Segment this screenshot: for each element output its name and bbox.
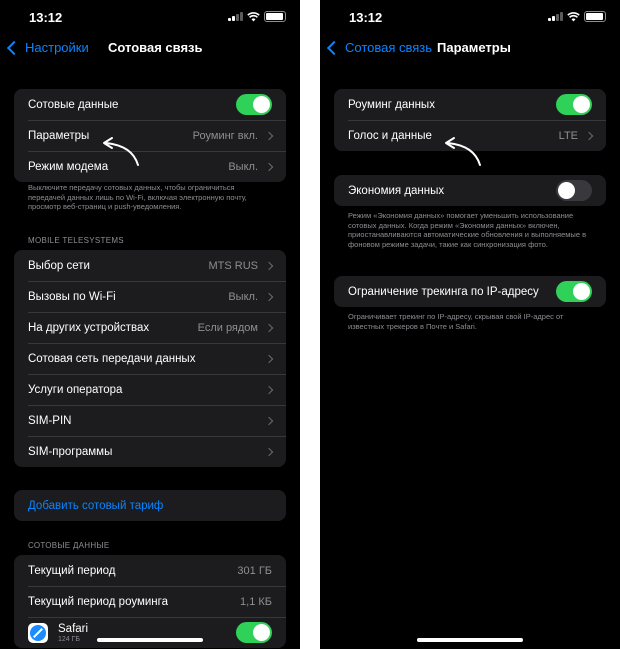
options-value: Роуминг вкл. — [192, 129, 258, 142]
chevron-right-icon — [264, 447, 274, 456]
battery-icon — [584, 11, 606, 22]
pointer-arrow-icon — [445, 137, 481, 166]
chevron-right-icon — [264, 131, 274, 140]
low-data-mode-row: Экономия данных — [334, 175, 606, 206]
cellular-data-footnote: Выключите передачу сотовых данных, чтобы… — [28, 183, 247, 211]
back-button-label: Сотовая связь — [345, 40, 433, 55]
data-roaming-label: Роуминг данных — [348, 98, 435, 111]
cellular-signal-icon — [548, 12, 563, 21]
carrier-section-header: MOBILE TELESYSTEMS — [28, 236, 124, 245]
data-roaming-toggle[interactable] — [556, 94, 592, 115]
battery-icon — [264, 11, 286, 22]
chevron-right-icon — [264, 323, 274, 332]
cellular-main-group: Сотовые данные Параметры Роуминг вкл. Ре… — [14, 89, 286, 182]
carrier-group: Выбор сети MTS RUS Вызовы по Wi-Fi Выкл.… — [14, 250, 286, 467]
sim-pin-label: SIM-PIN — [28, 414, 72, 427]
current-period-value: 301 ГБ — [237, 564, 272, 577]
roaming-period-label: Текущий период роуминга — [28, 595, 168, 608]
pointer-arrow-icon — [103, 137, 139, 166]
network-selection-value: MTS RUS — [208, 259, 259, 272]
chevron-right-icon — [584, 131, 594, 140]
other-devices-label: На других устройствах — [28, 321, 150, 334]
add-plan-label: Добавить сотовый тариф — [28, 499, 164, 512]
hotspot-value: Выкл. — [228, 160, 258, 173]
add-plan-group: Добавить сотовый тариф — [14, 490, 286, 521]
navigation-bar: Сотовая связь Параметры — [320, 38, 620, 58]
home-indicator — [97, 638, 203, 642]
data-roaming-row: Роуминг данных — [334, 89, 606, 120]
status-time: 13:12 — [29, 10, 63, 25]
chevron-left-icon — [326, 40, 342, 55]
options-row[interactable]: Параметры Роуминг вкл. — [14, 120, 286, 151]
chevron-right-icon — [264, 292, 274, 301]
ip-tracking-group: Ограничение трекинга по IP-адресу — [334, 276, 606, 307]
page-title: Параметры — [437, 40, 511, 55]
roaming-period-row: Текущий период роуминга 1,1 КБ — [14, 586, 286, 617]
app-name: Safari — [58, 622, 89, 635]
page-title: Сотовая связь — [108, 40, 203, 55]
cellular-data-row: Сотовые данные — [14, 89, 286, 120]
right-phone-screen: 13:12 Сотовая связь Параметры Роуминг да… — [320, 0, 620, 649]
limit-ip-tracking-label: Ограничение трекинга по IP-адресу — [348, 285, 539, 298]
back-button[interactable]: Сотовая связь — [326, 40, 433, 55]
chevron-right-icon — [264, 354, 274, 363]
carrier-services-label: Услуги оператора — [28, 383, 123, 396]
status-bar: 13:12 — [320, 0, 620, 34]
limit-ip-tracking-toggle[interactable] — [556, 281, 592, 302]
voice-data-value: LTE — [558, 129, 578, 142]
add-plan-button[interactable]: Добавить сотовый тариф — [14, 490, 286, 521]
back-button-label: Настройки — [25, 40, 89, 55]
left-phone-screen: 13:12 Настройки Сотовая связь Сотовые да… — [0, 0, 300, 649]
roaming-period-value: 1,1 КБ — [240, 595, 272, 608]
other-devices-value: Если рядом — [197, 321, 258, 334]
wifi-calling-row[interactable]: Вызовы по Wi-Fi Выкл. — [14, 281, 286, 312]
wifi-calling-value: Выкл. — [228, 290, 258, 303]
app-row-safari: Safari 124 ГБ — [14, 617, 286, 648]
home-indicator — [417, 638, 523, 642]
chevron-left-icon — [6, 40, 22, 55]
sim-apps-row[interactable]: SIM-программы — [14, 436, 286, 467]
navigation-bar: Настройки Сотовая связь — [0, 38, 300, 58]
wifi-calling-label: Вызовы по Wi-Fi — [28, 290, 116, 303]
carrier-services-row[interactable]: Услуги оператора — [14, 374, 286, 405]
cellular-data-network-label: Сотовая сеть передачи данных — [28, 352, 196, 365]
sim-apps-label: SIM-программы — [28, 445, 113, 458]
limit-ip-tracking-row: Ограничение трекинга по IP-адресу — [334, 276, 606, 307]
data-saver-group: Экономия данных — [334, 175, 606, 206]
back-button[interactable]: Настройки — [6, 40, 89, 55]
current-period-label: Текущий период — [28, 564, 116, 577]
cellular-data-usage-header: СОТОВЫЕ ДАННЫЕ — [28, 541, 110, 550]
usage-group: Текущий период 301 ГБ Текущий период роу… — [14, 555, 286, 648]
network-selection-row[interactable]: Выбор сети MTS RUS — [14, 250, 286, 281]
safari-icon — [28, 622, 48, 643]
cellular-data-toggle[interactable] — [236, 94, 272, 115]
wifi-icon — [247, 11, 260, 21]
hotspot-row[interactable]: Режим модема Выкл. — [14, 151, 286, 182]
low-data-mode-label: Экономия данных — [348, 184, 445, 197]
current-period-row: Текущий период 301 ГБ — [14, 555, 286, 586]
chevron-right-icon — [264, 261, 274, 270]
sim-pin-row[interactable]: SIM-PIN — [14, 405, 286, 436]
low-data-mode-toggle[interactable] — [556, 180, 592, 201]
wifi-icon — [567, 11, 580, 21]
other-devices-row[interactable]: На других устройствах Если рядом — [14, 312, 286, 343]
chevron-right-icon — [264, 416, 274, 425]
ip-tracking-footnote: Ограничивает трекинг по IP-адресу, скрыв… — [348, 312, 564, 331]
cellular-signal-icon — [228, 12, 243, 21]
cellular-data-label: Сотовые данные — [28, 98, 119, 111]
chevron-right-icon — [264, 385, 274, 394]
status-bar: 13:12 — [0, 0, 300, 34]
status-time: 13:12 — [349, 10, 383, 25]
safari-cellular-toggle[interactable] — [236, 622, 272, 643]
cellular-data-network-row[interactable]: Сотовая сеть передачи данных — [14, 343, 286, 374]
chevron-right-icon — [264, 162, 274, 171]
network-selection-label: Выбор сети — [28, 259, 90, 272]
low-data-mode-footnote: Режим «Экономия данных» помогает уменьши… — [348, 211, 587, 249]
